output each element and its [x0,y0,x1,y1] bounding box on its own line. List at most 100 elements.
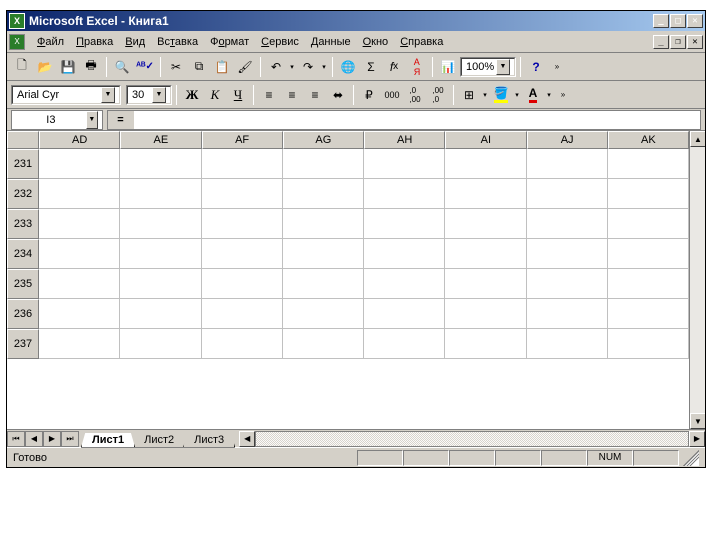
cell[interactable] [39,149,120,179]
currency-icon[interactable]: ₽ [358,84,380,106]
row-header[interactable]: 233 [7,209,39,239]
formula-input[interactable]: = [107,110,701,130]
cell[interactable] [608,179,689,209]
sheet-tab[interactable]: Лист2 [133,433,185,448]
cell[interactable] [202,179,283,209]
help-icon[interactable]: ? [525,56,547,78]
cell[interactable] [39,179,120,209]
vertical-scrollbar[interactable]: ▲ ▼ [689,131,705,429]
cell[interactable] [445,329,526,359]
cell[interactable] [120,239,201,269]
resize-grip-icon[interactable] [683,450,699,466]
font-combo[interactable]: Arial Cyr▼ [11,85,121,105]
redo-dropdown[interactable]: ▾ [320,63,328,71]
select-all-corner[interactable] [7,131,39,149]
horizontal-scrollbar[interactable]: ◀ ▶ [239,431,705,447]
row-header[interactable]: 231 [7,149,39,179]
tab-last-icon[interactable]: ⏭ [61,431,79,447]
cell[interactable] [283,299,364,329]
name-box[interactable]: I3 ▼ [11,110,103,130]
row-header[interactable]: 232 [7,179,39,209]
cell[interactable] [283,179,364,209]
sheet-tab[interactable]: Лист1 [81,433,135,448]
chevron-down-icon[interactable]: ▼ [496,59,510,75]
cell[interactable] [608,209,689,239]
menu-справка[interactable]: Справка [394,34,449,50]
cell[interactable] [445,209,526,239]
borders-icon[interactable]: ⊞ [458,84,480,106]
bold-button[interactable]: Ж [181,84,203,106]
cell[interactable] [527,209,608,239]
comma-style-icon[interactable]: 000 [381,84,403,106]
row-header[interactable]: 237 [7,329,39,359]
format-painter-icon[interactable]: 🖌 [234,56,256,78]
cell[interactable] [283,239,364,269]
cell[interactable] [527,239,608,269]
cut-icon[interactable]: ✂ [165,56,187,78]
cell[interactable] [202,269,283,299]
underline-button[interactable]: Ч [227,84,249,106]
cell[interactable] [202,329,283,359]
decrease-decimal-icon[interactable]: ,00,0 [427,84,449,106]
fill-dropdown[interactable]: ▾ [513,91,521,99]
cell[interactable] [283,329,364,359]
doc-minimize-button[interactable]: _ [653,35,669,49]
scroll-right-icon[interactable]: ▶ [689,431,705,447]
tab-prev-icon[interactable]: ◀ [25,431,43,447]
menu-сервис[interactable]: Сервис [255,34,305,50]
align-center-icon[interactable]: ≡ [281,84,303,106]
cell[interactable] [39,269,120,299]
cell[interactable] [527,149,608,179]
cell[interactable] [202,149,283,179]
print-preview-icon[interactable]: 🔍 [111,56,133,78]
open-icon[interactable]: 📂 [34,56,56,78]
tab-next-icon[interactable]: ▶ [43,431,61,447]
cell[interactable] [120,329,201,359]
row-header[interactable]: 235 [7,269,39,299]
cell[interactable] [283,209,364,239]
column-header[interactable]: AI [445,131,526,149]
increase-decimal-icon[interactable]: ,0,00 [404,84,426,106]
cell[interactable] [445,269,526,299]
column-header[interactable]: AJ [527,131,608,149]
cell[interactable] [527,299,608,329]
column-header[interactable]: AD [39,131,120,149]
cell[interactable] [283,269,364,299]
cell[interactable] [202,209,283,239]
scroll-down-icon[interactable]: ▼ [690,413,705,429]
scroll-left-icon[interactable]: ◀ [239,431,255,447]
menu-формат[interactable]: Формат [204,34,255,50]
scroll-up-icon[interactable]: ▲ [690,131,705,147]
cell[interactable] [445,299,526,329]
cell[interactable] [364,179,445,209]
menu-окно[interactable]: Окно [357,34,395,50]
doc-restore-button[interactable]: ❐ [670,35,686,49]
cell[interactable] [364,209,445,239]
cell[interactable] [120,209,201,239]
cell[interactable] [364,269,445,299]
font-size-combo[interactable]: 30▼ [126,85,172,105]
menu-файл[interactable]: Файл [31,34,70,50]
cell[interactable] [120,179,201,209]
cell[interactable] [527,269,608,299]
cell[interactable] [202,239,283,269]
merge-center-icon[interactable]: ⬌ [327,84,349,106]
cell[interactable] [364,149,445,179]
align-right-icon[interactable]: ≡ [304,84,326,106]
chevron-down-icon[interactable]: ▼ [86,111,98,129]
cell[interactable] [364,239,445,269]
cell[interactable] [39,329,120,359]
cell[interactable] [608,239,689,269]
cell[interactable] [608,299,689,329]
chevron-down-icon[interactable]: ▼ [152,87,166,103]
cell[interactable] [608,149,689,179]
zoom-combo[interactable]: 100%▼ [460,57,516,77]
column-header[interactable]: AE [120,131,201,149]
cell[interactable] [202,299,283,329]
column-header[interactable]: AG [283,131,364,149]
autosum-icon[interactable]: Σ [360,56,382,78]
chart-icon[interactable]: 📊 [437,56,459,78]
row-header[interactable]: 236 [7,299,39,329]
cell[interactable] [527,329,608,359]
cell[interactable] [445,239,526,269]
